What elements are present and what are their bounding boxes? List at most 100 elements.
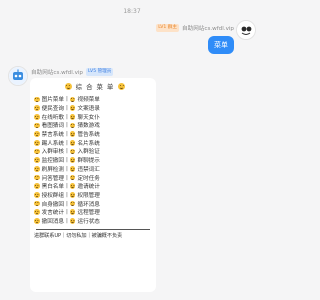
menu-message-card[interactable]: 综 合 菜 单 图片菜单 | 视频菜单 便民查询 | 文案语录 在线听歌 | 聊天女仆 看图猜词 |… <box>30 78 156 292</box>
menu-separator: | <box>65 122 68 129</box>
smile-emoji-icon <box>34 113 40 120</box>
smile-emoji-icon <box>69 105 76 111</box>
menu-row: 看图猜词 | 猜数游戏 <box>34 121 156 130</box>
menu-row: 撤回消息 | 运行状态 <box>34 217 156 226</box>
menu-item-left: 便民查询 <box>41 106 64 113</box>
menu-separator: | <box>65 148 68 155</box>
menu-footer: 进群联系UP｜切勿私加｜被骗概不负责 <box>34 233 123 240</box>
menu-item-left: 踢人系统 <box>41 140 64 147</box>
menu-separator: | <box>65 139 68 146</box>
menu-item-left: 图片菜单 <box>41 97 64 104</box>
level-badge: LV1 群主 <box>156 24 179 32</box>
smile-emoji-icon <box>69 192 76 198</box>
menu-item-right: 违禁词汇 <box>77 166 100 173</box>
smile-emoji-icon <box>34 157 40 163</box>
menu-item-right: 入群验证 <box>77 149 100 156</box>
message-timestamp: 18:37 <box>123 8 141 15</box>
menu-row: 黑白名单 | 邀请统计 <box>34 182 156 191</box>
bot-avatar[interactable] <box>8 66 28 86</box>
menu-item-right: 管告系统 <box>77 132 100 139</box>
avatar-icon <box>237 21 255 39</box>
menu-separator: | <box>65 191 68 198</box>
menu-item-left: 授权群组 <box>41 192 64 199</box>
outgoing-message-bubble[interactable]: 菜单 <box>208 36 234 54</box>
menu-row: 自身撤回 | 循环消息 <box>34 199 156 208</box>
menu-row: 发言统计 | 远程管理 <box>34 208 156 217</box>
menu-item-right: 聊天女仆 <box>77 114 100 121</box>
menu-row: 授权群组 | 权限管理 <box>34 191 156 200</box>
smile-emoji-icon <box>34 183 40 190</box>
smile-emoji-icon <box>34 105 40 111</box>
menu-row: 禁言系统 | 管告系统 <box>34 130 156 139</box>
smile-emoji-icon <box>69 218 76 224</box>
menu-item-left: 自身撤回 <box>41 201 64 208</box>
menu-item-left: 黑白名单 <box>41 184 64 191</box>
smile-emoji-icon <box>69 148 76 155</box>
menu-separator: | <box>65 200 68 207</box>
smile-emoji-icon <box>34 122 40 129</box>
smile-emoji-icon <box>34 209 40 216</box>
smile-emoji-icon <box>118 83 126 90</box>
smile-emoji-icon <box>69 166 76 172</box>
smile-emoji-icon <box>34 174 40 181</box>
menu-item-left: 撤回消息 <box>41 218 64 225</box>
menu-title-row: 综 合 菜 单 <box>34 82 156 91</box>
smile-emoji-icon <box>34 96 40 103</box>
menu-separator: | <box>65 209 68 216</box>
menu-item-right: 群聊提示 <box>77 158 100 165</box>
smile-emoji-icon <box>69 139 76 146</box>
menu-separator: | <box>65 183 68 190</box>
admin-badge: LV5 管理员 <box>86 68 114 76</box>
menu-item-left: 监控撤回 <box>41 158 64 165</box>
menu-separator: | <box>65 131 68 138</box>
menu-title: 综 合 菜 单 <box>75 83 115 91</box>
menu-item-right: 定时任务 <box>77 175 100 182</box>
menu-row: 图片菜单 | 视频菜单 <box>34 95 156 104</box>
menu-separator: | <box>65 96 68 103</box>
menu-row: 在线听歌 | 聊天女仆 <box>34 112 156 121</box>
menu-item-right: 名片系统 <box>77 140 100 147</box>
menu-item-right: 循环消息 <box>77 201 100 208</box>
menu-item-right: 权限管理 <box>77 192 100 199</box>
menu-row: 监控撤回 | 群聊提示 <box>34 156 156 165</box>
menu-item-right: 远程管理 <box>77 210 100 217</box>
menu-row: 便民查询 | 文案语录 <box>34 104 156 113</box>
smile-emoji-icon <box>69 96 76 103</box>
menu-item-left: 入群审核 <box>41 149 64 156</box>
menu-divider <box>36 229 150 231</box>
smile-emoji-icon <box>69 200 76 207</box>
menu-separator: | <box>65 217 68 224</box>
smile-emoji-icon <box>69 122 76 129</box>
menu-list: 图片菜单 | 视频菜单 便民查询 | 文案语录 在线听歌 | 聊天女仆 看图猜词 | 猜数游戏 禁言系统… <box>34 95 156 225</box>
menu-row: 刷屏检测 | 违禁词汇 <box>34 165 156 174</box>
menu-row: 踢人系统 | 名片系统 <box>34 138 156 147</box>
menu-item-right: 邀请统计 <box>77 184 100 191</box>
smile-emoji-icon <box>64 83 72 90</box>
menu-item-left: 看图猜词 <box>41 123 64 130</box>
menu-row: 问答管理 | 定时任务 <box>34 173 156 182</box>
menu-separator: | <box>65 113 68 120</box>
smile-emoji-icon <box>34 131 40 137</box>
smile-emoji-icon <box>69 174 76 181</box>
my-avatar[interactable] <box>236 20 256 40</box>
bot-sender-name[interactable]: 自助网站cs.wfdl.vip <box>31 68 83 76</box>
smile-emoji-icon <box>69 113 76 120</box>
incoming-sender-info: 自助网站cs.wfdl.vip LV5 管理员 <box>31 68 114 76</box>
menu-item-right: 运行状态 <box>77 218 100 225</box>
sender-name[interactable]: 自助网站cs.wfdl.vip <box>182 24 234 32</box>
menu-item-left: 在线听歌 <box>41 114 64 121</box>
menu-item-right: 视频菜单 <box>77 97 100 104</box>
smile-emoji-icon <box>34 166 40 172</box>
outgoing-sender-info: LV1 群主 自助网站cs.wfdl.vip <box>156 24 234 32</box>
smile-emoji-icon <box>34 148 40 155</box>
menu-separator: | <box>65 174 68 181</box>
menu-row: 入群审核 | 入群验证 <box>34 147 156 156</box>
smile-emoji-icon <box>69 209 76 216</box>
robot-avatar-icon <box>9 67 27 85</box>
menu-item-right: 猜数游戏 <box>77 123 100 130</box>
menu-separator: | <box>65 105 68 112</box>
smile-emoji-icon <box>69 183 76 190</box>
smile-emoji-icon <box>34 192 40 198</box>
smile-emoji-icon <box>34 200 40 207</box>
menu-item-left: 禁言系统 <box>41 132 64 139</box>
